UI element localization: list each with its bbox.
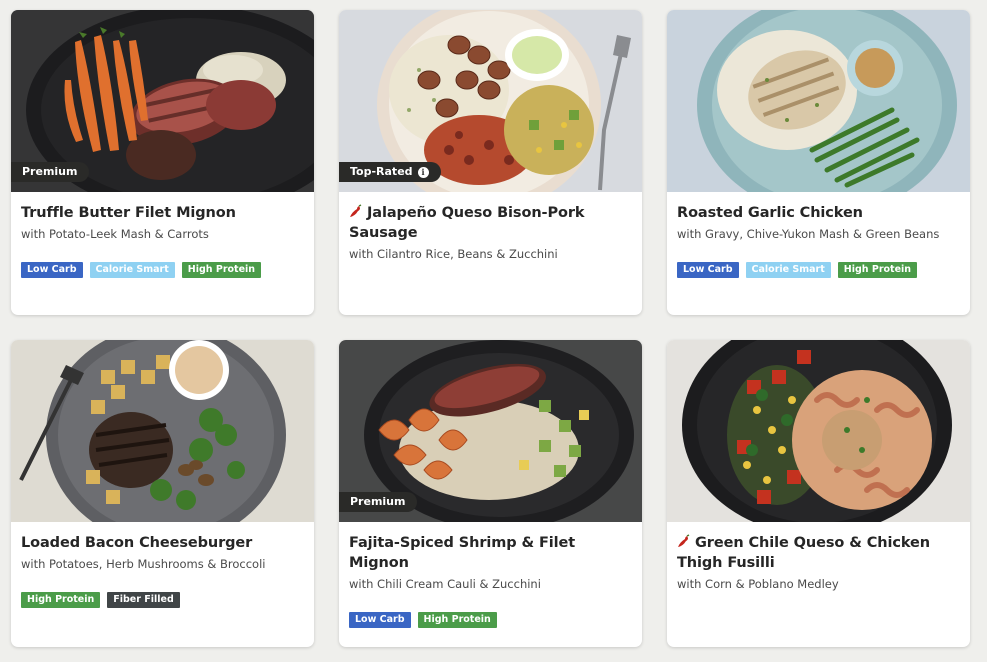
meal-card[interactable]: Premium Fajita-Spiced Shrimp & Filet Mig… — [339, 340, 642, 647]
tag-high-protein: High Protein — [181, 262, 262, 278]
diet-tags: Low Carb Calorie Smart High Protein — [21, 262, 304, 278]
meal-photo: Top-Rated i — [339, 10, 642, 192]
tag-fiber-filled: Fiber Filled — [107, 592, 180, 608]
chili-pepper-icon — [350, 204, 362, 217]
badge-label: Premium — [350, 495, 406, 508]
diet-tags: Low Carb Calorie Smart High Protein — [677, 262, 960, 278]
meal-details: Jalapeño Queso Bison-Pork Sausage with C… — [339, 192, 642, 262]
meal-title-text: Jalapeño Queso Bison-Pork Sausage — [349, 205, 585, 241]
meal-photo — [11, 340, 314, 522]
meal-details: Loaded Bacon Cheeseburger with Potatoes,… — [11, 522, 314, 608]
meal-subtitle: with Corn & Poblano Medley — [677, 577, 839, 591]
top-rated-badge: Top-Rated i — [339, 162, 441, 182]
meal-photo — [667, 340, 970, 522]
chili-pepper-icon — [678, 534, 690, 547]
meal-subtitle: with Chili Cream Cauli & Zucchini — [349, 577, 541, 591]
tag-low-carb: Low Carb — [677, 262, 739, 278]
meal-title[interactable]: Loaded Bacon Cheeseburger — [21, 533, 304, 553]
tag-high-protein: High Protein — [21, 592, 101, 608]
meal-photo — [667, 10, 970, 192]
tag-high-protein: High Protein — [417, 612, 497, 628]
tag-calorie-smart: Calorie Smart — [745, 262, 831, 278]
meal-title[interactable]: Jalapeño Queso Bison-Pork Sausage — [349, 203, 632, 243]
tag-low-carb: Low Carb — [349, 612, 411, 628]
meal-subtitle: with Gravy, Chive-Yukon Mash & Green Bea… — [677, 227, 940, 241]
meal-title[interactable]: Truffle Butter Filet Mignon — [21, 203, 304, 223]
meal-card[interactable]: Premium Truffle Butter Filet Mignon with… — [11, 10, 314, 315]
meal-details: Green Chile Queso & Chicken Thigh Fusill… — [667, 522, 970, 592]
meal-card[interactable]: Top-Rated i Jalapeño Queso Bison-Pork Sa… — [339, 10, 642, 315]
meal-details: Truffle Butter Filet Mignon with Potato-… — [11, 192, 314, 278]
meal-details: Fajita-Spiced Shrimp & Filet Mignon with… — [339, 522, 642, 628]
meal-grid: Premium Truffle Butter Filet Mignon with… — [11, 10, 970, 647]
info-icon[interactable]: i — [417, 166, 429, 178]
meal-details: Roasted Garlic Chicken with Gravy, Chive… — [667, 192, 970, 278]
meal-subtitle: with Potatoes, Herb Mushrooms & Broccoli — [21, 557, 266, 571]
badge-label: Top-Rated — [350, 165, 413, 178]
meal-subtitle: with Potato-Leek Mash & Carrots — [21, 227, 209, 241]
meal-title[interactable]: Roasted Garlic Chicken — [677, 203, 960, 223]
meal-card[interactable]: Green Chile Queso & Chicken Thigh Fusill… — [667, 340, 970, 647]
meal-card[interactable]: Loaded Bacon Cheeseburger with Potatoes,… — [11, 340, 314, 647]
tag-low-carb: Low Carb — [21, 262, 83, 278]
badge-label: Premium — [22, 165, 78, 178]
meal-card[interactable]: Roasted Garlic Chicken with Gravy, Chive… — [667, 10, 970, 315]
meal-title[interactable]: Green Chile Queso & Chicken Thigh Fusill… — [677, 533, 960, 573]
tag-calorie-smart: Calorie Smart — [89, 262, 175, 278]
diet-tags: Low Carb High Protein — [349, 612, 632, 628]
meal-photo: Premium — [339, 340, 642, 522]
meal-photo: Premium — [11, 10, 314, 192]
meal-subtitle: with Cilantro Rice, Beans & Zucchini — [349, 247, 558, 261]
premium-badge: Premium — [11, 162, 90, 182]
tag-high-protein: High Protein — [837, 262, 918, 278]
meal-title-text: Green Chile Queso & Chicken Thigh Fusill… — [677, 535, 930, 571]
premium-badge: Premium — [339, 492, 418, 512]
meal-title[interactable]: Fajita-Spiced Shrimp & Filet Mignon — [349, 533, 632, 573]
diet-tags: High Protein Fiber Filled — [21, 592, 304, 608]
